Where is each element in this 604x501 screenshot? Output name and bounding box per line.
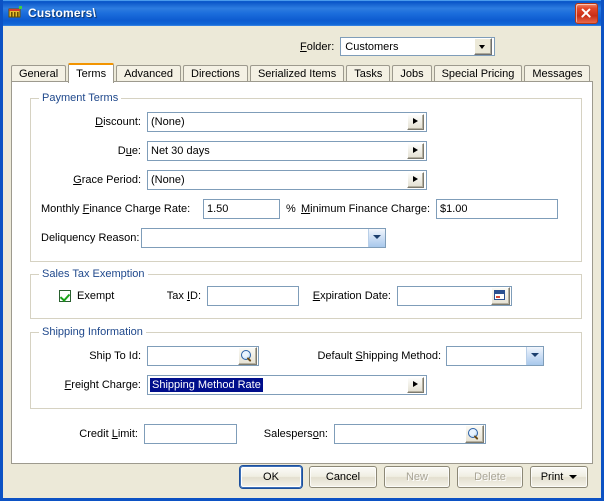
- due-label: Due:: [117, 145, 141, 157]
- ok-button-label: OK: [263, 471, 279, 483]
- tab-terms[interactable]: Terms: [68, 63, 115, 83]
- search-icon[interactable]: [238, 347, 257, 365]
- folder-value: Customers: [345, 40, 399, 53]
- folder-combobox[interactable]: Customers: [340, 37, 496, 56]
- new-button-label: New: [405, 471, 428, 483]
- customers-app-icon: [7, 5, 23, 21]
- percent-label: %: [286, 203, 296, 215]
- grace-period-value: (None): [151, 174, 185, 186]
- chevron-down-icon[interactable]: [368, 229, 385, 247]
- minimum-finance-charge-label: Minimum Finance Charge:: [301, 203, 431, 215]
- expiration-date-input[interactable]: [397, 286, 512, 306]
- payment-terms-legend: Payment Terms: [39, 92, 122, 104]
- tab-advanced[interactable]: Advanced: [116, 65, 182, 82]
- credit-limit-input[interactable]: [144, 424, 237, 444]
- exempt-label: Exempt: [77, 290, 115, 302]
- terms-tab-page: Payment Terms Discount: (None) Due: Net …: [11, 81, 593, 464]
- freight-charge-field[interactable]: Shipping Method Rate: [147, 375, 427, 395]
- due-value: Net 30 days: [151, 145, 210, 157]
- calendar-icon[interactable]: [491, 287, 510, 305]
- shipping-legend: Shipping Information: [39, 326, 146, 338]
- folder-selector-row: Folder: Customers: [300, 37, 496, 56]
- shipping-information-group: Shipping Information Ship To Id: Default…: [30, 326, 582, 409]
- delinquency-reason-combobox[interactable]: [141, 228, 386, 248]
- tab-jobs[interactable]: Jobs: [392, 65, 432, 82]
- discount-field[interactable]: (None): [147, 112, 427, 132]
- tab-general[interactable]: General: [11, 65, 67, 82]
- dialog-button-row: OK Cancel New Delete Print: [3, 466, 601, 490]
- due-dropdown-icon[interactable]: [407, 143, 424, 159]
- tab-strip: General Terms Advanced Directions Serial…: [11, 62, 593, 83]
- cancel-button[interactable]: Cancel: [309, 466, 377, 488]
- due-field[interactable]: Net 30 days: [147, 141, 427, 161]
- credit-limit-label: Credit Limit:: [79, 428, 138, 440]
- discount-dropdown-icon[interactable]: [407, 114, 424, 130]
- title-bar: Customers\: [3, 0, 601, 26]
- minimum-finance-charge-input[interactable]: $1.00: [436, 199, 558, 219]
- delete-button-label: Delete: [474, 471, 506, 483]
- tab-tasks[interactable]: Tasks: [346, 65, 391, 82]
- tab-special-pricing[interactable]: Special Pricing: [433, 65, 523, 82]
- dialog-client-area: Folder: Customers General Terms Advanced…: [3, 26, 601, 498]
- tab-directions[interactable]: Directions: [183, 65, 248, 82]
- monthly-finance-rate-input[interactable]: 1.50: [203, 199, 280, 219]
- grace-period-label: Grace Period:: [73, 174, 141, 186]
- new-button: New: [384, 466, 450, 488]
- delinquency-reason-label: Deliquency Reason:: [41, 232, 140, 244]
- freight-charge-value: Shipping Method Rate: [150, 378, 263, 392]
- freight-charge-label: Freight Charge:: [64, 379, 141, 391]
- ship-to-id-label: Ship To Id:: [89, 350, 141, 362]
- grace-period-dropdown-icon[interactable]: [407, 172, 424, 188]
- payment-terms-group: Payment Terms Discount: (None) Due: Net …: [30, 92, 582, 262]
- ok-button[interactable]: OK: [240, 466, 302, 488]
- freight-charge-dropdown-icon[interactable]: [407, 377, 424, 393]
- ship-to-id-input[interactable]: [147, 346, 259, 366]
- chevron-down-icon[interactable]: [526, 347, 543, 365]
- sales-tax-legend: Sales Tax Exemption: [39, 268, 148, 280]
- discount-label: Discount:: [95, 116, 141, 128]
- folder-label: Folder:: [300, 40, 335, 53]
- search-icon[interactable]: [465, 425, 484, 443]
- tab-messages[interactable]: Messages: [524, 65, 591, 82]
- window-title: Customers\: [28, 6, 97, 20]
- minimum-finance-charge-value: $1.00: [440, 203, 468, 215]
- grace-period-field[interactable]: (None): [147, 170, 427, 190]
- tab-serialized-items[interactable]: Serialized Items: [249, 65, 345, 82]
- chevron-down-icon[interactable]: [474, 38, 493, 55]
- discount-value: (None): [151, 116, 185, 128]
- tax-id-input[interactable]: [207, 286, 299, 306]
- tax-id-label: Tax ID:: [166, 290, 201, 302]
- print-button[interactable]: Print: [530, 466, 588, 488]
- exempt-checkbox[interactable]: [59, 290, 71, 302]
- monthly-finance-rate-value: 1.50: [207, 203, 229, 215]
- customers-dialog-window: Customers\ Folder: Customers General Ter…: [0, 0, 604, 501]
- monthly-finance-rate-label: Monthly Finance Charge Rate:: [41, 203, 191, 215]
- close-icon[interactable]: [575, 2, 598, 24]
- cancel-button-label: Cancel: [325, 471, 361, 483]
- chevron-down-icon[interactable]: [569, 475, 578, 479]
- print-button-label: Print: [540, 471, 564, 483]
- default-shipping-method-combobox[interactable]: [446, 346, 544, 366]
- salesperson-label: Salesperson:: [263, 428, 328, 440]
- default-shipping-method-label: Default Shipping Method:: [317, 350, 441, 362]
- expiration-date-label: Expiration Date:: [312, 290, 391, 302]
- salesperson-input[interactable]: [334, 424, 486, 444]
- delete-button: Delete: [457, 466, 523, 488]
- sales-tax-exemption-group: Sales Tax Exemption Exempt Tax ID: Expir…: [30, 268, 582, 319]
